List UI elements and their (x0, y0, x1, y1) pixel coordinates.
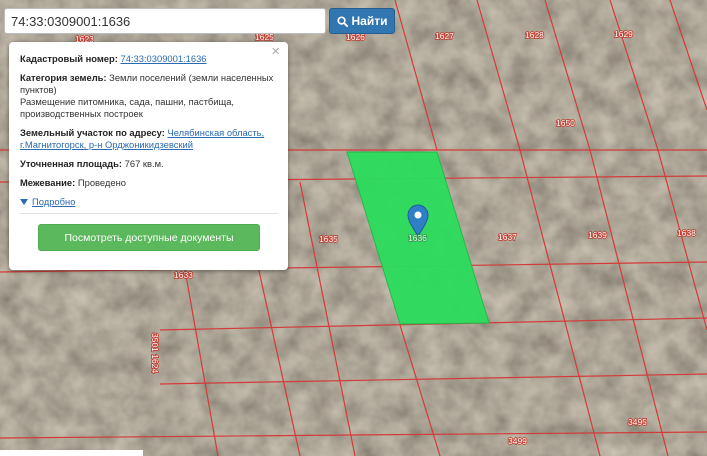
land-category-label: Категория земель: (20, 72, 107, 83)
parcel-label-1637: 1637 (498, 232, 517, 242)
details-toggle[interactable]: Подробно (20, 196, 278, 208)
parcel-label-3495: 3495 (628, 417, 647, 427)
land-category-row: Категория земель: Земли поселений (земли… (20, 72, 278, 120)
area-value: 767 кв.м. (124, 158, 164, 169)
close-icon[interactable]: × (271, 44, 280, 59)
survey-row: Межевание: Проведено (20, 177, 278, 189)
parcel-label-1639: 1639 (588, 230, 607, 240)
parcel-label-1628: 1628 (525, 30, 544, 40)
address-label: Земельный участок по адресу: (20, 127, 165, 138)
parcel-label-1638: 1638 (677, 228, 696, 238)
land-usage-text: Размещение питомника, сада, пашни, пастб… (20, 96, 235, 119)
search-button-label: Найти (351, 14, 388, 28)
parcel-label-1650: 1650 (556, 118, 575, 128)
parcel-label-3499: 3499 (508, 436, 527, 446)
parcel-label-1635: 1635 (319, 234, 338, 244)
bottom-panel-edge (0, 450, 143, 456)
cadastral-number-link[interactable]: 74:33:0309001:1636 (120, 53, 206, 64)
search-icon (336, 15, 348, 27)
survey-label: Межевание: (20, 177, 76, 188)
search-button[interactable]: Найти (329, 8, 395, 34)
survey-value: Проведено (77, 177, 126, 188)
area-label: Уточненная площадь: (20, 158, 123, 169)
details-link[interactable]: Подробно (32, 196, 75, 208)
cadastral-number-label: Кадастровый номер: (20, 53, 118, 64)
parcel-label-1624: 3501 1624 (150, 333, 160, 373)
address-row: Земельный участок по адресу: Челябинская… (20, 127, 278, 151)
popup-divider (20, 213, 278, 214)
parcel-label-1633: 1633 (174, 270, 193, 280)
area-row: Уточненная площадь: 767 кв.м. (20, 158, 278, 170)
view-documents-button[interactable]: Посмотреть доступные документы (38, 224, 260, 251)
caret-down-icon (20, 199, 28, 205)
parcel-label-1627: 1627 (435, 31, 454, 41)
search-input[interactable] (4, 8, 326, 34)
cadastral-number-row: Кадастровый номер: 74:33:0309001:1636 (20, 53, 278, 65)
parcel-label-1629: 1629 (614, 29, 633, 39)
parcel-info-popup: × Кадастровый номер: 74:33:0309001:1636 … (9, 42, 288, 270)
selected-parcel-label: 1636 (408, 233, 427, 243)
